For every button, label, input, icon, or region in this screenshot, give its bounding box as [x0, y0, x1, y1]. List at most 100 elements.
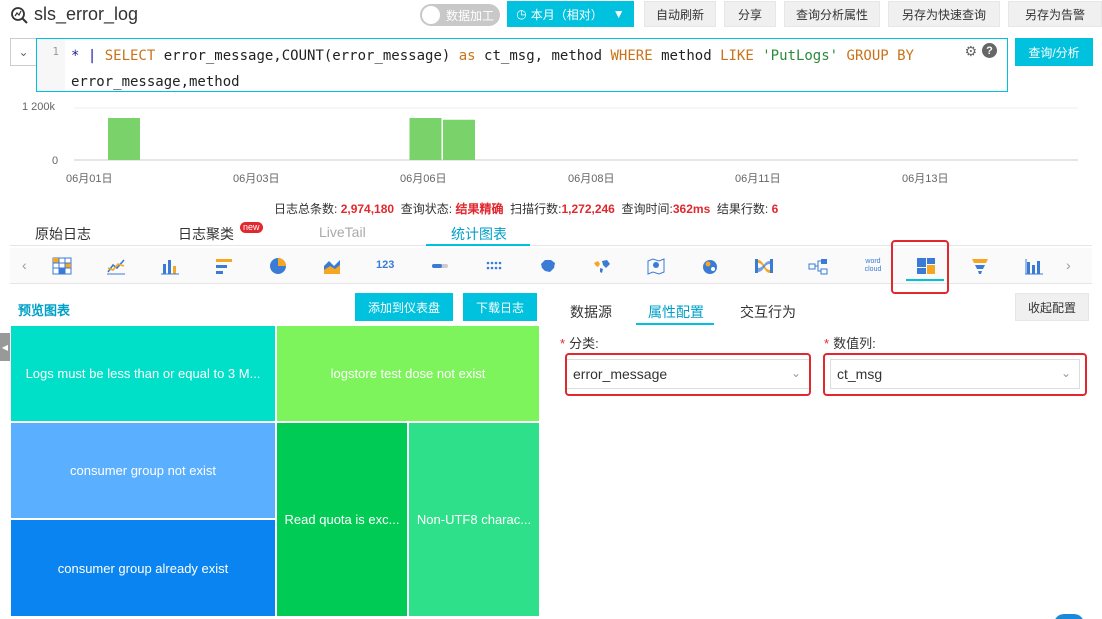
time-label: 查询时间:	[621, 202, 673, 216]
x-tick: 06月13日	[902, 173, 949, 185]
toggle-label: 数据加工	[446, 8, 495, 23]
treemap-cell[interactable]: Logs must be less than or equal to 3 M..…	[10, 325, 276, 422]
geo-pin-icon[interactable]	[646, 256, 666, 276]
config-tab-indicator	[636, 323, 714, 325]
x-tick: 06月03日	[233, 173, 280, 185]
bar-chart-icon[interactable]	[160, 256, 180, 276]
query-properties-button[interactable]: 查询分析属性	[784, 1, 880, 27]
scroll-left-icon[interactable]: ‹	[22, 257, 27, 273]
search-chart-icon	[11, 7, 28, 24]
new-badge: new	[240, 222, 263, 233]
add-to-dashboard-button[interactable]: 添加到仪表盘	[355, 293, 453, 321]
progress-bar-icon[interactable]	[430, 256, 450, 276]
expand-editor-button[interactable]: ⌄	[10, 38, 36, 66]
query-code[interactable]: * | SELECT error_message,COUNT(error_mes…	[71, 43, 914, 95]
query-token: * |	[71, 48, 105, 64]
flow-graph-icon[interactable]	[700, 256, 720, 276]
tab-data-source[interactable]: 数据源	[570, 302, 612, 322]
x-tick: 06月01日	[66, 173, 113, 185]
query-token: method	[661, 48, 721, 64]
tab-log-cluster[interactable]: 日志聚类	[178, 224, 234, 244]
logstore-title: sls_error_log	[34, 4, 139, 24]
table-icon[interactable]	[52, 256, 72, 276]
y-tick-zero: 0	[52, 155, 59, 167]
histogram-bar[interactable]	[108, 118, 140, 160]
y-tick-max: 1 200k	[22, 101, 56, 113]
total-value: 2,974,180	[340, 202, 395, 216]
rows-value: 6	[771, 202, 779, 216]
tab-raw-logs[interactable]: 原始日志	[35, 224, 91, 244]
world-map-icon[interactable]	[592, 256, 612, 276]
query-token: LIKE	[720, 48, 763, 64]
save-alert-button[interactable]: 另存为告警	[1008, 1, 1102, 27]
horizontal-bar-icon[interactable]	[214, 256, 234, 276]
active-tab-indicator	[426, 244, 530, 246]
line-chart-icon[interactable]	[106, 256, 126, 276]
value-column-label: * 数值列:	[824, 336, 876, 351]
query-token: WHERE	[610, 48, 662, 64]
map-dots-icon[interactable]	[484, 256, 504, 276]
tree-graph-icon[interactable]	[808, 256, 828, 276]
x-tick: 06月06日	[400, 173, 447, 185]
query-line-2: error_message,method	[71, 74, 240, 90]
query-token: error_message,COUNT(error_message)	[163, 48, 459, 64]
toggle-knob	[422, 6, 440, 24]
x-tick: 06月08日	[568, 173, 615, 185]
tab-property-config[interactable]: 属性配置	[648, 302, 704, 322]
download-logs-button[interactable]: 下载日志	[463, 293, 537, 321]
area-chart-icon[interactable]	[322, 256, 342, 276]
category-label: * 分类:	[560, 336, 599, 351]
query-token: as	[458, 48, 485, 64]
treemap-highlight-box	[891, 240, 949, 294]
rows-label: 结果行数:	[716, 202, 769, 216]
query-token: GROUP BY	[846, 48, 914, 64]
query-editor[interactable]: 1 * | SELECT error_message,COUNT(error_m…	[36, 38, 1008, 92]
clock-icon: ◷	[516, 7, 527, 21]
sankey-icon[interactable]	[754, 256, 774, 276]
query-stats: 日志总条数: 2,974,180 查询状态: 结果精确 扫描行数:1,272,2…	[274, 200, 778, 217]
value-column-highlight-box	[823, 353, 1087, 396]
category-highlight-box	[565, 353, 811, 396]
treemap-cell[interactable]: consumer group not exist	[10, 422, 276, 519]
word-cloud-icon[interactable]: word cloud	[860, 256, 886, 276]
funnel-icon[interactable]	[970, 256, 990, 276]
x-tick: 06月11日	[735, 173, 781, 185]
scan-value: 1,272,246	[561, 202, 615, 216]
treemap-cell[interactable]: Non-UTF8 charac...	[408, 422, 540, 617]
gear-icon[interactable]: ⚙	[964, 43, 977, 60]
scan-label: 扫描行数:	[510, 202, 562, 216]
time-range-button[interactable]: ◷ 本月（相对） ▼	[507, 1, 634, 27]
treemap-cell[interactable]: logstore test dose not exist	[276, 325, 540, 422]
collapse-config-button[interactable]: 收起配置	[1015, 293, 1089, 321]
pie-chart-icon[interactable]	[268, 256, 288, 276]
time-value: 362ms	[672, 202, 711, 216]
save-quick-query-button[interactable]: 另存为快速查询	[888, 1, 1000, 27]
status-label: 查询状态:	[400, 202, 453, 216]
preview-chart-title: 预览图表	[18, 303, 71, 318]
total-label: 日志总条数:	[274, 202, 338, 216]
stacked-bar-icon[interactable]	[1024, 256, 1044, 276]
caret-down-icon: ▼	[612, 7, 625, 21]
query-token: 'PutLogs'	[762, 48, 847, 64]
data-processing-toggle[interactable]: 数据加工	[420, 4, 500, 26]
histogram-bar[interactable]	[409, 118, 442, 160]
treemap-cell[interactable]: Read quota is exc...	[276, 422, 408, 617]
time-range-label: 本月（相对）	[530, 7, 603, 22]
scroll-right-icon[interactable]: ›	[1066, 257, 1071, 273]
china-map-icon[interactable]	[538, 256, 558, 276]
auto-refresh-button[interactable]: 自动刷新	[644, 1, 716, 27]
histogram-bar[interactable]	[443, 119, 475, 160]
tab-statistics-chart[interactable]: 统计图表	[451, 224, 507, 244]
share-button[interactable]: 分享	[724, 1, 776, 27]
help-float-button[interactable]	[1054, 614, 1084, 619]
help-icon[interactable]: ?	[982, 43, 997, 58]
value-column-label-text: 数值列:	[833, 336, 876, 351]
treemap-cell[interactable]: consumer group already exist	[10, 519, 276, 617]
tab-livetail[interactable]: LiveTail	[319, 224, 366, 240]
query-analyze-button[interactable]: 查询/分析	[1015, 38, 1093, 66]
treemap-chart: Logs must be less than or equal to 3 M..…	[10, 325, 540, 617]
query-token: SELECT	[104, 48, 164, 64]
number-123-icon[interactable]: 123	[376, 256, 396, 276]
tab-interaction[interactable]: 交互行为	[740, 302, 796, 322]
collapse-left-handle[interactable]: ◀	[0, 333, 10, 361]
